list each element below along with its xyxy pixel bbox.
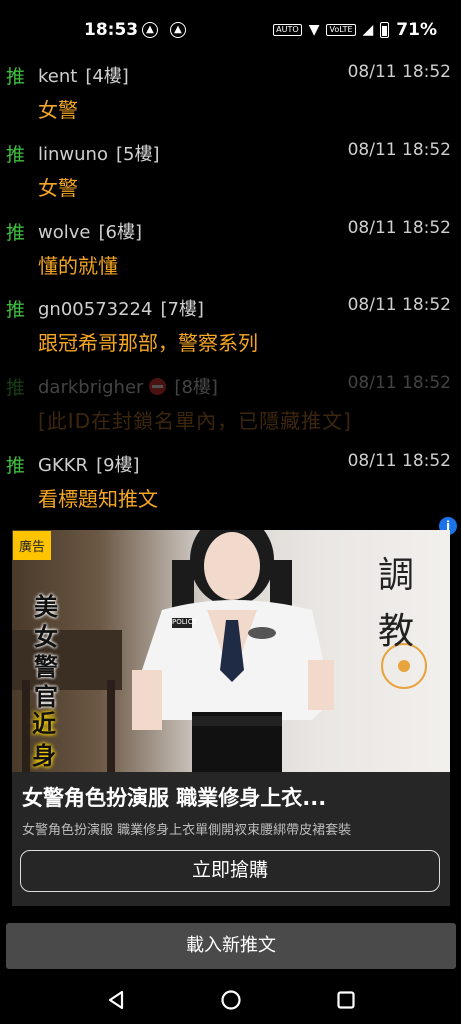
ad-badge: 廣告 bbox=[13, 531, 52, 560]
push-tag: 推 bbox=[6, 299, 26, 321]
volte-icon: VoLTE bbox=[326, 24, 356, 36]
comment-text: [此ID在封鎖名單內，已隱藏推文] bbox=[38, 409, 352, 433]
comment-text: 看標題知推文 bbox=[38, 487, 158, 511]
ad-side-text: 美女警官 bbox=[34, 593, 58, 711]
block-icon bbox=[149, 378, 167, 395]
system-nav-bar bbox=[0, 976, 461, 1024]
comment-time: 08/11 18:52 bbox=[347, 295, 451, 315]
ad-card[interactable]: POLICE 美女警官 近身 調教 廣告 女警角色扮演服 職業修身上衣... 女… bbox=[12, 530, 450, 906]
floor-number: [5樓] bbox=[115, 144, 160, 165]
comment-user: wolve [6樓] bbox=[38, 222, 142, 243]
ad-side-text-2: 近身 bbox=[32, 710, 56, 770]
comment-row-blocked[interactable]: 推 darkbrigher [8樓] 08/11 18:52 [此ID在封鎖名單內… bbox=[0, 365, 461, 443]
ad-calligraphy: 調教 bbox=[378, 555, 415, 652]
comment-text: 跟冠希哥那部，警察系列 bbox=[38, 331, 258, 355]
wifi-icon: ▼ bbox=[308, 22, 320, 38]
signal-icon: ◢ bbox=[362, 22, 374, 38]
comment-user: linwuno [5樓] bbox=[38, 144, 160, 165]
floor-number: [8樓] bbox=[174, 377, 218, 398]
ad-description: 女警角色扮演服 職業修身上衣單側開衩束腰綁帶皮裙套裝 bbox=[22, 823, 352, 838]
floor-number: [4樓] bbox=[85, 66, 129, 87]
load-more-button[interactable]: 載入新推文 bbox=[6, 923, 456, 969]
back-icon[interactable] bbox=[104, 988, 128, 1012]
push-tag: 推 bbox=[6, 144, 26, 166]
comment-row[interactable]: 推 GKKR [9樓] 08/11 18:52 看標題知推文 bbox=[0, 443, 461, 521]
floor-number: [9樓] bbox=[96, 455, 140, 476]
comment-time: 08/11 18:52 bbox=[347, 62, 451, 82]
comment-row[interactable]: 推 linwuno [5樓] 08/11 18:52 女警 bbox=[0, 132, 461, 210]
push-tag: 推 bbox=[6, 455, 26, 477]
battery-icon bbox=[380, 22, 390, 38]
push-tag: 推 bbox=[6, 66, 26, 88]
ad-title[interactable]: 女警角色扮演服 職業修身上衣... bbox=[22, 782, 326, 812]
floor-number: [7樓] bbox=[160, 299, 204, 320]
comment-row[interactable]: 推 kent [4樓] 08/11 18:52 女警 bbox=[0, 54, 461, 132]
ad-cta-button[interactable]: 立即搶購 bbox=[20, 850, 440, 892]
notification-icon: ▲ bbox=[170, 22, 186, 38]
status-icons: AUTO ▼ VoLTE ◢ 71% bbox=[273, 20, 437, 40]
push-tag: 推 bbox=[6, 377, 26, 399]
comment-text: 女警 bbox=[38, 176, 78, 200]
home-icon[interactable] bbox=[219, 988, 243, 1012]
comment-user: gn00573224 [7樓] bbox=[38, 299, 204, 320]
comment-text: 懂的就懂 bbox=[38, 254, 118, 278]
battery-percent: 71% bbox=[396, 20, 437, 40]
comment-user: GKKR [9樓] bbox=[38, 455, 140, 476]
comment-time: 08/11 18:52 bbox=[347, 373, 451, 393]
comment-time: 08/11 18:52 bbox=[347, 451, 451, 471]
comment-time: 08/11 18:52 bbox=[347, 140, 451, 160]
clock: 18:53 bbox=[84, 20, 139, 40]
floor-number: [6樓] bbox=[98, 222, 142, 243]
police-patch: POLICE bbox=[172, 618, 198, 626]
notification-icon: ▲ bbox=[142, 22, 158, 38]
comment-user: kent [4樓] bbox=[38, 66, 129, 87]
recents-icon[interactable] bbox=[334, 988, 358, 1012]
comment-text: 女警 bbox=[38, 98, 78, 122]
auto-icon: AUTO bbox=[273, 24, 302, 36]
comment-row[interactable]: 推 gn00573224 [7樓] 08/11 18:52 跟冠希哥那部，警察系列 bbox=[0, 287, 461, 365]
ad-image[interactable]: POLICE 美女警官 近身 調教 廣告 bbox=[12, 530, 450, 772]
comment-time: 08/11 18:52 bbox=[347, 218, 451, 238]
comment-user: darkbrigher [8樓] bbox=[38, 377, 218, 398]
status-bar: 18:53 ▲ ▲ AUTO ▼ VoLTE ◢ 71% bbox=[0, 0, 461, 60]
push-tag: 推 bbox=[6, 222, 26, 244]
comment-row[interactable]: 推 wolve [6樓] 08/11 18:52 懂的就懂 bbox=[0, 210, 461, 288]
